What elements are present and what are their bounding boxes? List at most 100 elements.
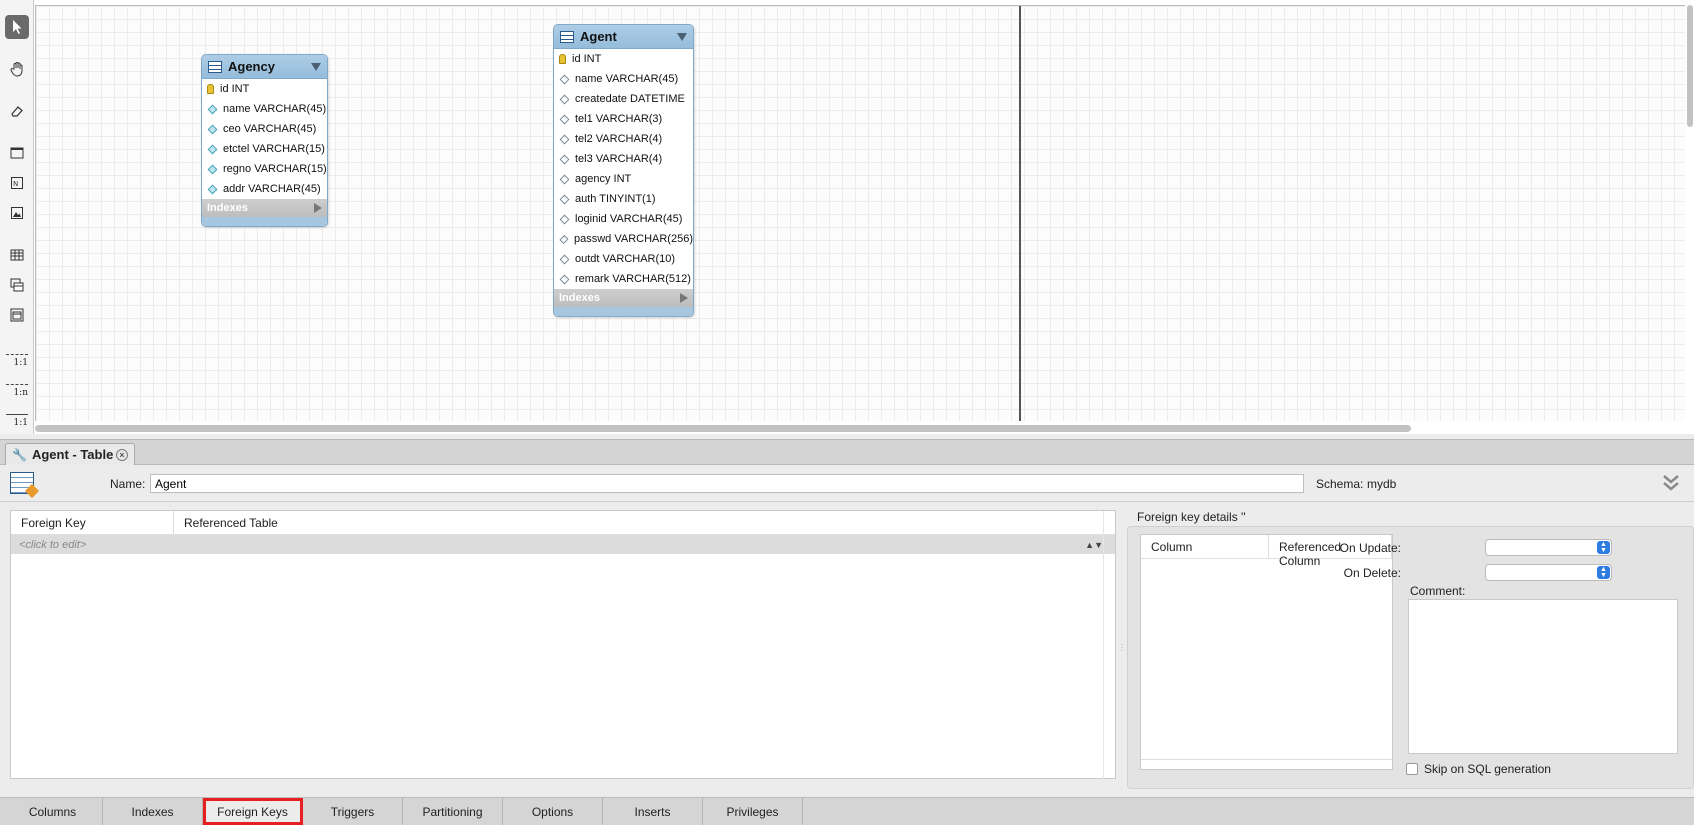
vertical-scrollbar[interactable] bbox=[1686, 5, 1694, 421]
stepper-arrows-icon[interactable]: ▲▼ bbox=[1085, 540, 1103, 550]
schema-label: Schema: bbox=[1316, 477, 1364, 491]
column-diamond-icon bbox=[559, 274, 570, 284]
er-column-row[interactable]: outdt VARCHAR(10) bbox=[554, 249, 693, 269]
routine-group-icon[interactable] bbox=[5, 303, 29, 327]
er-column-row[interactable]: tel3 VARCHAR(4) bbox=[554, 149, 693, 169]
er-column-row[interactable]: agency INT bbox=[554, 169, 693, 189]
tab-columns[interactable]: Columns bbox=[3, 798, 103, 825]
editor-tab-bar: 🔧 Agent - Table × bbox=[0, 439, 1694, 465]
skip-sql-row[interactable]: Skip on SQL generation bbox=[1406, 762, 1551, 776]
er-column-row[interactable]: regno VARCHAR(15) bbox=[202, 159, 327, 179]
er-column-row[interactable]: createdate DATETIME bbox=[554, 89, 693, 109]
on-update-label: On Update: bbox=[1339, 541, 1401, 555]
column-diamond-icon bbox=[207, 144, 218, 154]
column-diamond-icon bbox=[559, 154, 570, 164]
er-table-agent[interactable]: Agent id INT name VARCHAR(45) createdate D… bbox=[553, 24, 694, 317]
comment-textarea[interactable] bbox=[1408, 599, 1678, 754]
table-name-input[interactable] bbox=[150, 474, 1304, 493]
page-divider bbox=[1019, 6, 1021, 421]
splitter-handle-icon[interactable]: ⋮ bbox=[1118, 643, 1126, 653]
diagram-canvas[interactable]: Agency id INT name VARCHAR(45) ceo VARCHAR… bbox=[35, 5, 1685, 421]
er-column-label: name VARCHAR(45) bbox=[223, 103, 327, 115]
er-column-row[interactable]: remark VARCHAR(512) bbox=[554, 269, 693, 289]
er-column-row[interactable]: name VARCHAR(45) bbox=[202, 99, 327, 119]
column-diamond-icon bbox=[559, 114, 570, 124]
relationship-1-1-tool[interactable]: 1:1 bbox=[4, 350, 30, 372]
er-column-row[interactable]: id INT bbox=[554, 49, 693, 69]
tab-indexes[interactable]: Indexes bbox=[103, 798, 203, 825]
table-icon bbox=[208, 60, 222, 73]
note-icon[interactable]: N bbox=[5, 171, 29, 195]
image-icon[interactable] bbox=[5, 201, 29, 225]
er-column-row[interactable]: tel2 VARCHAR(4) bbox=[554, 129, 693, 149]
foreign-key-details-title: Foreign key details '' bbox=[1137, 510, 1246, 524]
foreign-keys-panel: Foreign Key Referenced Table <click to e… bbox=[0, 503, 1694, 795]
column-diamond-icon bbox=[207, 104, 218, 114]
column-header-foreign-key[interactable]: Foreign Key bbox=[11, 511, 174, 534]
er-column-list: id INT name VARCHAR(45) ceo VARCHAR(45) etc… bbox=[202, 79, 327, 199]
tab-options[interactable]: Options bbox=[503, 798, 603, 825]
column-diamond-icon bbox=[559, 94, 570, 104]
er-column-row[interactable]: ceo VARCHAR(45) bbox=[202, 119, 327, 139]
er-column-row[interactable]: loginid VARCHAR(45) bbox=[554, 209, 693, 229]
tab-privileges[interactable]: Privileges bbox=[703, 798, 803, 825]
er-column-label: name VARCHAR(45) bbox=[575, 73, 679, 85]
column-diamond-icon bbox=[559, 214, 570, 224]
editor-tab-agent-table[interactable]: 🔧 Agent - Table × bbox=[5, 443, 135, 465]
er-table-header[interactable]: Agency bbox=[202, 55, 327, 79]
tab-foreign-keys[interactable]: Foreign Keys bbox=[203, 798, 303, 825]
foreign-key-placeholder-row[interactable]: <click to edit> ▲▼ bbox=[11, 535, 1115, 554]
on-delete-select[interactable]: ▲ ▼ bbox=[1485, 564, 1612, 581]
relationship-1-n-tool[interactable]: 1:n bbox=[4, 380, 30, 402]
relationship-1-1-identifying-tool[interactable]: 1:1 bbox=[4, 410, 30, 432]
er-column-row[interactable]: auth TINYINT(1) bbox=[554, 189, 693, 209]
er-column-row[interactable]: name VARCHAR(45) bbox=[554, 69, 693, 89]
comment-label: Comment: bbox=[1410, 584, 1466, 598]
primary-key-icon bbox=[559, 54, 566, 64]
tab-inserts[interactable]: Inserts bbox=[603, 798, 703, 825]
table-edit-icon bbox=[10, 472, 40, 499]
column-diamond-icon bbox=[559, 174, 570, 184]
list-scrollbar[interactable] bbox=[1103, 511, 1115, 780]
er-column-row[interactable]: addr VARCHAR(45) bbox=[202, 179, 327, 199]
er-column-row[interactable]: id INT bbox=[202, 79, 327, 99]
horizontal-scrollbar[interactable] bbox=[35, 424, 1685, 432]
er-column-label: tel1 VARCHAR(3) bbox=[575, 113, 663, 125]
er-table-header[interactable]: Agent bbox=[554, 25, 693, 49]
scroll-thumb[interactable] bbox=[35, 425, 1411, 432]
close-icon[interactable]: × bbox=[116, 448, 128, 461]
double-chevron-down-icon[interactable] bbox=[1660, 472, 1682, 494]
column-header-referenced-table[interactable]: Referenced Table bbox=[174, 511, 1115, 534]
tab-triggers[interactable]: Triggers bbox=[303, 798, 403, 825]
collapse-triangle-icon[interactable] bbox=[677, 32, 687, 41]
expand-triangle-icon[interactable] bbox=[314, 203, 322, 213]
er-indexes-section[interactable]: Indexes bbox=[554, 289, 693, 307]
column-diamond-icon bbox=[559, 74, 570, 84]
er-column-label: addr VARCHAR(45) bbox=[223, 183, 321, 195]
er-column-row[interactable]: tel1 VARCHAR(3) bbox=[554, 109, 693, 129]
on-update-select[interactable]: ▲ ▼ bbox=[1485, 539, 1612, 556]
svg-text:N: N bbox=[13, 180, 18, 188]
er-column-row[interactable]: passwd VARCHAR(256) bbox=[554, 229, 693, 249]
skip-sql-checkbox[interactable] bbox=[1406, 763, 1418, 775]
scroll-thumb[interactable] bbox=[1687, 5, 1693, 127]
foreign-key-list[interactable]: Foreign Key Referenced Table <click to e… bbox=[10, 510, 1116, 780]
select-arrows-icon: ▲ ▼ bbox=[1597, 541, 1610, 554]
hand-icon[interactable] bbox=[5, 57, 29, 81]
er-column-label: loginid VARCHAR(45) bbox=[575, 213, 683, 225]
er-column-list: id INT name VARCHAR(45) createdate DATETIM… bbox=[554, 49, 693, 289]
table-icon[interactable] bbox=[5, 243, 29, 267]
er-table-agency[interactable]: Agency id INT name VARCHAR(45) ceo VARCHAR… bbox=[201, 54, 328, 227]
collapse-triangle-icon[interactable] bbox=[311, 62, 321, 71]
select-arrows-icon: ▲ ▼ bbox=[1597, 566, 1610, 579]
expand-triangle-icon[interactable] bbox=[680, 293, 688, 303]
er-indexes-section[interactable]: Indexes bbox=[202, 199, 327, 217]
eraser-icon[interactable] bbox=[5, 99, 29, 123]
column-header-column[interactable]: Column bbox=[1141, 535, 1269, 558]
foreign-key-list-header: Foreign Key Referenced Table bbox=[11, 511, 1115, 535]
view-icon[interactable] bbox=[5, 273, 29, 297]
tab-partitioning[interactable]: Partitioning bbox=[403, 798, 503, 825]
er-column-row[interactable]: etctel VARCHAR(15) bbox=[202, 139, 327, 159]
pointer-icon[interactable] bbox=[5, 15, 29, 39]
layer-icon[interactable] bbox=[5, 141, 29, 165]
